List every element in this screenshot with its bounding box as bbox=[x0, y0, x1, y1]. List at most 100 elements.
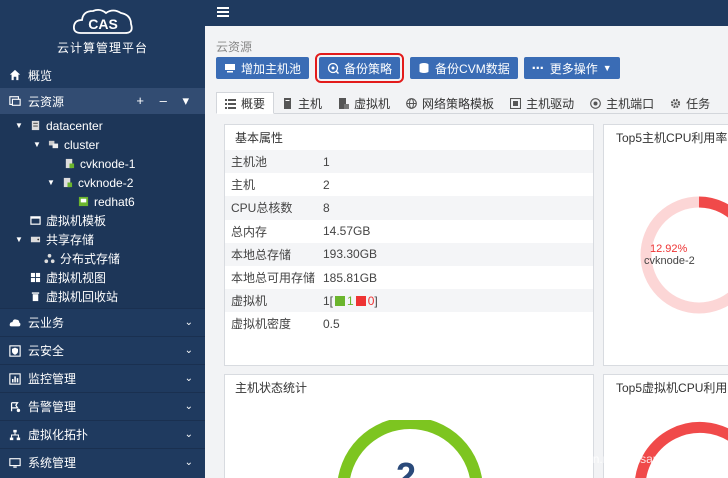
tree-item-shared-storage[interactable]: ▼ 共享存储 bbox=[0, 230, 205, 249]
basic-properties-panel: 基本属性 主机池 1 主机 2 CPU总核数 8 总内存 14.57GB 本地总存储 19… bbox=[224, 124, 594, 366]
prop-value: 14.57GB bbox=[323, 224, 371, 239]
expand-arrow-icon[interactable]: ▼ bbox=[32, 140, 42, 149]
port-icon bbox=[590, 97, 601, 109]
nav-topology[interactable]: 虚拟化拓扑 ⌄ bbox=[0, 420, 205, 448]
alarm-icon bbox=[8, 400, 22, 414]
nav-cloud-security[interactable]: 云安全 ⌄ bbox=[0, 336, 205, 364]
prop-key: 本地总可用存储 bbox=[231, 271, 316, 286]
tree-label: redhat6 bbox=[94, 194, 135, 209]
system-icon bbox=[8, 456, 22, 470]
prop-key: 虚拟机密度 bbox=[231, 317, 292, 332]
table-row: 虚拟机 1[ 1 0 ] bbox=[225, 289, 593, 313]
vm-stopped-count[interactable]: 0 bbox=[368, 294, 375, 308]
nav-system[interactable]: 系统管理 ⌄ bbox=[0, 448, 205, 476]
tab-hosts[interactable]: 主机 bbox=[274, 92, 330, 114]
tree-item-vm-view[interactable]: 虚拟机视图 bbox=[0, 268, 205, 287]
panel-title: 基本属性 bbox=[235, 131, 284, 145]
button-label: 更多操作 bbox=[549, 61, 598, 76]
tab-vms[interactable]: 虚拟机 bbox=[330, 92, 398, 114]
tab-network-policy[interactable]: 网络策略模板 bbox=[398, 92, 502, 114]
nav-cloud-business[interactable]: 云业务 ⌄ bbox=[0, 308, 205, 336]
tree-label: 虚拟机回收站 bbox=[46, 290, 119, 304]
tree-item-vm-recycle[interactable]: 虚拟机回收站 bbox=[0, 287, 205, 306]
button-label: 增加主机池 bbox=[241, 61, 302, 76]
table-row: CPU总核数 8 bbox=[225, 196, 593, 220]
tree-item-distributed-storage[interactable]: 分布式存储 bbox=[0, 249, 205, 268]
vm-view-icon bbox=[28, 272, 42, 284]
table-row: 本地总可用存储 185.81GB bbox=[225, 266, 593, 289]
tab-overview[interactable]: 概要 bbox=[216, 92, 275, 114]
top5-host-cpu-panel: Top5主机CPU利用率 12.92% cvknode-2 bbox=[603, 124, 728, 366]
tab-bar: 概要 主机 虚拟机 网络策略模板 主机驱动 主机端口 任务 bbox=[216, 92, 728, 114]
vm-close-bracket: ] bbox=[374, 293, 378, 308]
tree-item-cvknode-1[interactable]: cvknode-1 bbox=[0, 154, 205, 173]
list-icon bbox=[225, 98, 236, 109]
tree-item-cluster[interactable]: ▼ cluster bbox=[0, 135, 205, 154]
host-pool-icon bbox=[224, 62, 236, 74]
chevron-down-icon: ⌄ bbox=[184, 345, 193, 356]
tree-label: 分布式存储 bbox=[60, 252, 121, 266]
tab-label: 主机驱动 bbox=[526, 96, 575, 111]
logo-subtitle: 云计算管理平台 bbox=[56, 40, 148, 55]
host-icon bbox=[282, 97, 293, 109]
host-count: 2 bbox=[396, 455, 417, 478]
tree-item-vm-template[interactable]: 虚拟机模板 bbox=[0, 211, 205, 230]
cpu-node-name: cvknode-2 bbox=[644, 255, 695, 267]
button-label: 备份策略 bbox=[344, 61, 393, 76]
prop-key: 主机池 bbox=[225, 150, 323, 174]
sidebar: CAS 云计算管理平台 概览 云资源 + – ▾ ▼ datacenter ▼ … bbox=[0, 0, 205, 478]
nav-alarm[interactable]: 告警管理 ⌄ bbox=[0, 392, 205, 420]
host-icon bbox=[60, 177, 74, 189]
tab-host-driver[interactable]: 主机驱动 bbox=[502, 92, 582, 114]
prop-value: 8 bbox=[323, 196, 593, 220]
chevron-down-icon: ⌄ bbox=[184, 429, 193, 440]
tab-host-port[interactable]: 主机端口 bbox=[582, 92, 662, 114]
backup-cvm-button[interactable]: 备份CVM数据 bbox=[410, 57, 518, 79]
tree-item-datacenter[interactable]: ▼ datacenter bbox=[0, 116, 205, 135]
prop-key: 本地总存储 bbox=[225, 242, 323, 266]
caret-down-icon: ▼ bbox=[602, 63, 612, 73]
home-icon bbox=[8, 68, 22, 82]
nav-monitor[interactable]: 监控管理 ⌄ bbox=[0, 364, 205, 392]
panel-title: 主机状态统计 bbox=[235, 381, 308, 395]
prop-value: 1 bbox=[323, 150, 593, 174]
nav-cloud-resources[interactable]: 云资源 + – ▾ bbox=[0, 88, 205, 114]
chevron-down-icon: ⌄ bbox=[184, 401, 193, 412]
table-row: 虚拟机密度 0.5 bbox=[225, 312, 593, 335]
tab-label: 网络策略模板 bbox=[422, 96, 495, 111]
gear-icon bbox=[670, 98, 681, 109]
vm-running-count[interactable]: 1 bbox=[347, 294, 354, 308]
vm-cpu-ring bbox=[635, 421, 728, 478]
expand-arrow-icon[interactable]: ▼ bbox=[14, 235, 24, 244]
tree-item-redhat6[interactable]: redhat6 bbox=[0, 192, 205, 211]
button-label: 备份CVM数据 bbox=[435, 61, 510, 76]
chevron-down-icon: ⌄ bbox=[184, 317, 193, 328]
storage-icon bbox=[28, 234, 42, 246]
monitor-icon bbox=[8, 372, 22, 386]
more-actions-button[interactable]: ⋯ 更多操作 ▼ bbox=[523, 57, 620, 79]
tab-label: 虚拟机 bbox=[354, 96, 391, 111]
cloud-resource-icon bbox=[8, 94, 22, 108]
cloud-resource-controls[interactable]: + – ▾ bbox=[136, 93, 195, 109]
datacenter-icon bbox=[28, 120, 42, 132]
menu-toggle-icon[interactable] bbox=[217, 7, 229, 17]
properties-table: 主机池 1 主机 2 CPU总核数 8 总内存 14.57GB 本地总存储 193.30G… bbox=[225, 150, 593, 336]
cloud-security-icon bbox=[8, 344, 22, 358]
nav-item-label: 告警管理 bbox=[28, 400, 77, 414]
prop-value: 193.30GB bbox=[323, 242, 593, 266]
tree-label: datacenter bbox=[46, 118, 103, 133]
template-icon bbox=[28, 215, 42, 227]
nav-overview[interactable]: 概览 bbox=[0, 62, 205, 88]
nav-overview-label: 概览 bbox=[28, 68, 53, 83]
add-host-pool-button[interactable]: 增加主机池 bbox=[216, 57, 310, 79]
trash-icon bbox=[28, 291, 42, 303]
tree-item-cvknode-2[interactable]: ▼ cvknode-2 bbox=[0, 173, 205, 192]
prop-value: 2 bbox=[323, 177, 330, 192]
tab-tasks[interactable]: 任务 bbox=[662, 92, 718, 114]
expand-arrow-icon[interactable]: ▼ bbox=[14, 121, 24, 130]
backup-policy-button[interactable]: 备份策略 bbox=[315, 53, 405, 83]
tab-label: 主机端口 bbox=[606, 96, 655, 111]
expand-arrow-icon[interactable]: ▼ bbox=[46, 178, 56, 187]
vm-count-badge: 1[ 1 0 ] bbox=[323, 294, 378, 308]
prop-key: CPU总核数 bbox=[225, 196, 323, 220]
